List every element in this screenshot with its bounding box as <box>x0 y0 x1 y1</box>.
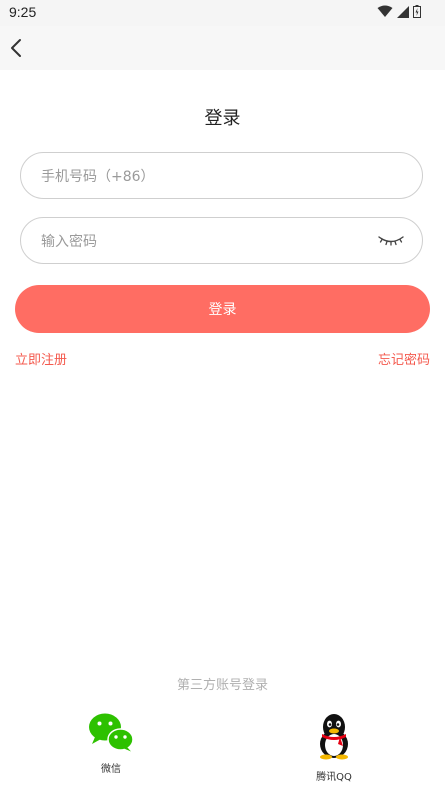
forgot-password-link[interactable]: 忘记密码 <box>378 349 430 368</box>
status-bar: 9:25 <box>0 0 445 26</box>
status-time: 9:25 <box>9 4 37 20</box>
battery-icon <box>413 5 421 18</box>
signal-icon <box>397 5 409 18</box>
login-button[interactable]: 登录 <box>15 285 430 333</box>
register-link[interactable]: 立即注册 <box>15 349 67 368</box>
wifi-icon <box>377 5 393 17</box>
password-input[interactable] <box>39 218 373 265</box>
nav-bar <box>0 26 445 70</box>
third-party-login-title: 第三方账号登录 <box>176 678 268 693</box>
phone-field[interactable] <box>20 152 423 200</box>
wechat-icon <box>89 713 134 752</box>
page-title: 登录 <box>204 108 241 129</box>
eye-closed-icon[interactable] <box>378 234 404 248</box>
qq-login-button[interactable]: 腾讯QQ <box>284 712 384 783</box>
status-icons <box>377 5 421 18</box>
wechat-login-button[interactable]: 微信 <box>61 712 161 775</box>
phone-input[interactable] <box>39 153 373 200</box>
back-arrow-icon[interactable] <box>6 36 30 60</box>
qq-label: 腾讯QQ <box>316 772 352 783</box>
password-field[interactable] <box>20 217 423 265</box>
wechat-label: 微信 <box>101 764 121 775</box>
qq-penguin-icon <box>320 714 348 760</box>
